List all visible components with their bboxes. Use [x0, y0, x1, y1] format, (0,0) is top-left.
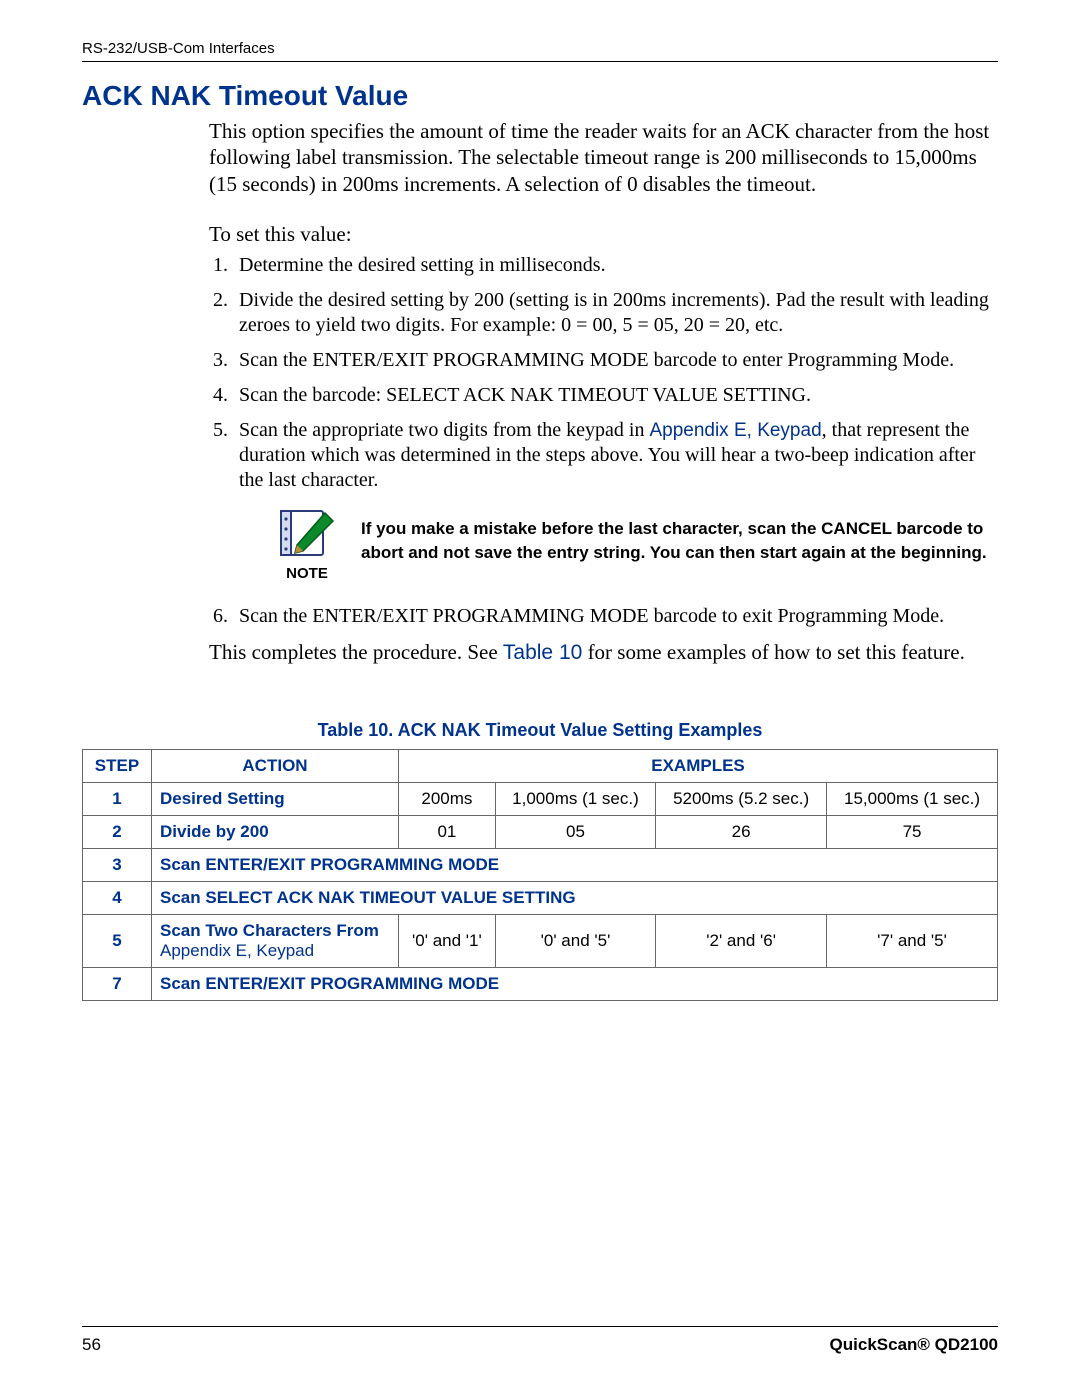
table-header-row: STEP ACTION EXAMPLES: [83, 750, 998, 783]
cell-ex: '7' and '5': [827, 915, 998, 968]
cell-step: 2: [83, 816, 152, 849]
step-5: Scan the appropriate two digits from the…: [233, 418, 998, 584]
cell-ex: '2' and '6': [656, 915, 827, 968]
cell-ex: 05: [495, 816, 655, 849]
step-4: Scan the barcode: SELECT ACK NAK TIMEOUT…: [233, 383, 998, 408]
cell-action: Desired Setting: [152, 783, 399, 816]
th-action: ACTION: [152, 750, 399, 783]
cell-step: 3: [83, 849, 152, 882]
th-examples: EXAMPLES: [399, 750, 998, 783]
cell-ex: '0' and '5': [495, 915, 655, 968]
cell-ex: 1,000ms (1 sec.): [495, 783, 655, 816]
steps-list: Determine the desired setting in millise…: [233, 253, 998, 629]
cell-action: Scan Two Characters From Appendix E, Key…: [152, 915, 399, 968]
doc-name: QuickScan® QD2100: [830, 1335, 998, 1355]
closing-text-a: This completes the procedure. See: [209, 640, 503, 664]
page: RS-232/USB-Com Interfaces ACK NAK Timeou…: [0, 0, 1080, 1397]
table-row: 7 Scan ENTER/EXIT PROGRAMMING MODE: [83, 968, 998, 1001]
cell-ex: 15,000ms (1 sec.): [827, 783, 998, 816]
cell-ex: 5200ms (5.2 sec.): [656, 783, 827, 816]
table-row: 4 Scan SELECT ACK NAK TIMEOUT VALUE SETT…: [83, 882, 998, 915]
intro-paragraph: This option specifies the amount of time…: [209, 118, 998, 197]
closing-text-b: for some examples of how to set this fea…: [582, 640, 965, 664]
cell-step: 4: [83, 882, 152, 915]
appendix-e-link-table[interactable]: Appendix E, Keypad: [160, 941, 314, 960]
body-block: This option specifies the amount of time…: [209, 118, 998, 666]
note-block: NOTE If you make a mistake before the la…: [277, 507, 998, 584]
table-section: Table 10. ACK NAK Timeout Value Setting …: [82, 720, 998, 1001]
cell-ex: 01: [399, 816, 496, 849]
cell-ex: 75: [827, 816, 998, 849]
cell-step: 7: [83, 968, 152, 1001]
section-title: ACK NAK Timeout Value: [82, 80, 998, 112]
th-step: STEP: [83, 750, 152, 783]
cell-action-full: Scan ENTER/EXIT PROGRAMMING MODE: [152, 849, 998, 882]
step-3: Scan the ENTER/EXIT PROGRAMMING MODE bar…: [233, 348, 998, 373]
step-5-text-a: Scan the appropriate two digits from the…: [239, 419, 649, 441]
examples-table: STEP ACTION EXAMPLES 1 Desired Setting 2…: [82, 749, 998, 1001]
note-label: NOTE: [286, 565, 328, 584]
appendix-e-link[interactable]: Appendix E, Keypad: [649, 420, 821, 441]
table-row: 5 Scan Two Characters From Appendix E, K…: [83, 915, 998, 968]
cell-action-full: Scan SELECT ACK NAK TIMEOUT VALUE SETTIN…: [152, 882, 998, 915]
step-2: Divide the desired setting by 200 (setti…: [233, 288, 998, 338]
cell-action: Divide by 200: [152, 816, 399, 849]
table-row: 1 Desired Setting 200ms 1,000ms (1 sec.)…: [83, 783, 998, 816]
cell-step: 5: [83, 915, 152, 968]
table-row: 2 Divide by 200 01 05 26 75: [83, 816, 998, 849]
footer-line: 56 QuickScan® QD2100: [82, 1335, 998, 1355]
footer: 56 QuickScan® QD2100: [82, 1326, 998, 1355]
lead-line: To set this value:: [209, 221, 998, 247]
closing-paragraph: This completes the procedure. See Table …: [209, 639, 998, 666]
cell-ex: 200ms: [399, 783, 496, 816]
cell-action-text: Scan Two Characters From: [160, 921, 379, 940]
running-header: RS-232/USB-Com Interfaces: [82, 40, 998, 57]
table-row: 3 Scan ENTER/EXIT PROGRAMMING MODE: [83, 849, 998, 882]
table-title: Table 10. ACK NAK Timeout Value Setting …: [82, 720, 998, 741]
cell-step: 1: [83, 783, 152, 816]
footer-rule: [82, 1326, 998, 1327]
cell-ex: 26: [656, 816, 827, 849]
step-1: Determine the desired setting in millise…: [233, 253, 998, 278]
cell-action-full: Scan ENTER/EXIT PROGRAMMING MODE: [152, 968, 998, 1001]
cell-ex: '0' and '1': [399, 915, 496, 968]
page-number: 56: [82, 1335, 101, 1355]
note-icon-column: NOTE: [277, 507, 337, 584]
table-10-link[interactable]: Table 10: [503, 641, 582, 664]
header-rule: [82, 61, 998, 62]
step-6: Scan the ENTER/EXIT PROGRAMMING MODE bar…: [233, 604, 998, 629]
note-text: If you make a mistake before the last ch…: [361, 507, 998, 565]
note-icon: [277, 507, 337, 559]
